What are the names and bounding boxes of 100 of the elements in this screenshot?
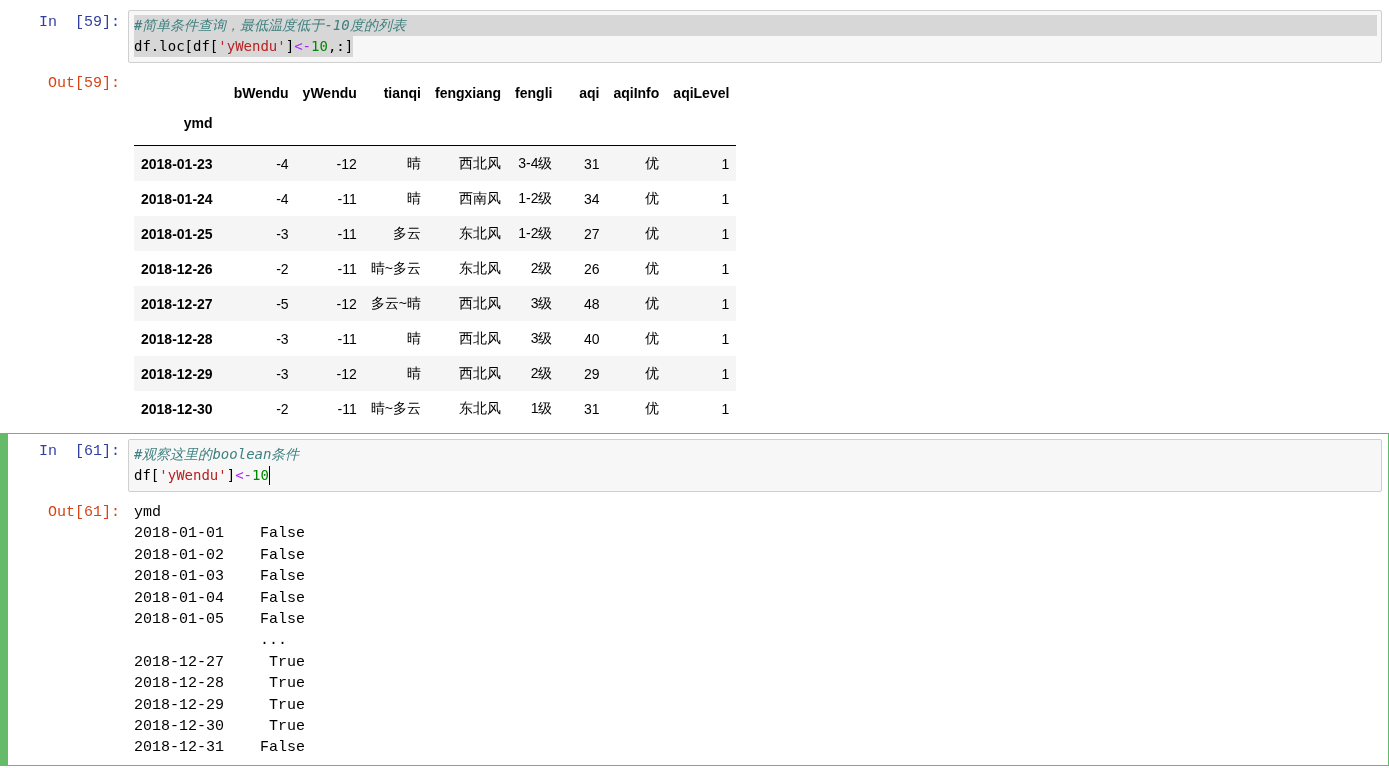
row-index: 2018-12-26 — [134, 251, 227, 286]
table-cell: -12 — [295, 286, 364, 321]
table-cell: 40 — [559, 321, 607, 356]
table-cell: 优 — [606, 286, 667, 321]
table-cell: 29 — [559, 356, 607, 391]
column-header: tianqi — [382, 85, 422, 103]
table-cell: 1 — [666, 286, 737, 321]
table-cell: 1-2级 — [508, 181, 560, 216]
table-cell: -4 — [226, 181, 296, 216]
table-cell: -11 — [295, 321, 364, 356]
table-cell: 1 — [666, 356, 737, 391]
table-cell: 2级 — [508, 251, 560, 286]
output-line: 2018-12-30 True — [134, 717, 306, 738]
output-line: 2018-12-31 False — [134, 738, 306, 759]
code-editor[interactable]: #观察这里的boolean条件 df['yWendu']<-10 — [128, 439, 1382, 492]
output-line: ... — [259, 631, 289, 652]
code-editor[interactable]: #简单条件查询，最低温度低于-10度的列表 df.loc[df['yWendu']<-10,:] — [128, 10, 1382, 63]
table-cell: 优 — [606, 391, 667, 426]
table-cell: 优 — [606, 251, 667, 286]
column-header: fengxiang — [434, 85, 503, 103]
table-cell: 晴 — [363, 181, 428, 216]
table-cell: 3级 — [508, 286, 560, 321]
output-prompt: Out[61]: — [47, 503, 121, 523]
table-cell: 优 — [606, 181, 667, 216]
code-line: #观察这里的boolean条件 — [134, 445, 300, 464]
table-cell: 1 — [666, 145, 737, 181]
column-header: aqi — [578, 85, 601, 103]
output-line: ymd — [134, 503, 162, 523]
table-cell: 31 — [559, 145, 607, 181]
output-line: 2018-01-02 False — [134, 545, 306, 566]
table-cell: 31 — [559, 391, 607, 426]
table-cell: 1 — [666, 321, 737, 356]
column-header: aqiLevel — [672, 85, 731, 103]
output-line: 2018-01-03 False — [134, 567, 306, 588]
table-cell: -11 — [295, 181, 364, 216]
code-line: df['yWendu']<-10 — [134, 465, 270, 486]
table-cell: 1 — [666, 251, 737, 286]
row-index: 2018-12-28 — [134, 321, 227, 356]
table-cell: -5 — [226, 286, 296, 321]
table-cell: 多云~晴 — [363, 286, 428, 321]
input-prompt: In [61]: — [38, 442, 121, 462]
table-cell: 1 — [666, 216, 737, 251]
row-index: 2018-12-27 — [134, 286, 227, 321]
table-cell: 西北风 — [428, 321, 509, 356]
table-cell: 晴 — [363, 145, 428, 181]
table-cell: 晴~多云 — [363, 251, 428, 286]
table-cell: 27 — [559, 216, 607, 251]
index-header: ymd — [134, 111, 227, 146]
table-cell: -11 — [295, 391, 364, 426]
row-index: 2018-01-23 — [134, 145, 227, 181]
table-cell: 优 — [606, 356, 667, 391]
table-cell: 东北风 — [428, 391, 509, 426]
output-prompt: Out[59]: — [47, 74, 121, 94]
table-cell: 晴 — [363, 356, 428, 391]
table-cell: -4 — [226, 145, 296, 181]
table-cell: 西北风 — [428, 145, 509, 181]
output-line: 2018-01-01 False — [134, 524, 306, 545]
column-header: yWendu — [301, 85, 358, 103]
table-cell: -2 — [226, 251, 296, 286]
table-cell: 西北风 — [428, 286, 509, 321]
table-cell: 2级 — [508, 356, 560, 391]
table-cell: -3 — [226, 356, 296, 391]
table-cell: 晴~多云 — [363, 391, 428, 426]
text-cursor — [268, 466, 270, 485]
table-cell: 3-4级 — [508, 145, 560, 181]
table-cell: 西北风 — [428, 356, 509, 391]
output-line: 2018-01-04 False — [134, 588, 306, 609]
table-cell: 东北风 — [428, 251, 509, 286]
output-line: 2018-12-29 True — [134, 695, 306, 716]
row-index: 2018-01-25 — [134, 216, 227, 251]
table-cell: 优 — [606, 145, 667, 181]
table-cell: -2 — [226, 391, 296, 426]
notebook-cell[interactable] — [0, 433, 1389, 766]
table-cell: 26 — [559, 251, 607, 286]
table-cell: 1级 — [508, 391, 560, 426]
table-cell: 多云 — [363, 216, 428, 251]
table-cell: 晴 — [363, 321, 428, 356]
column-header: fengli — [514, 85, 554, 103]
table-cell: 1-2级 — [508, 216, 560, 251]
table-cell: 1 — [666, 181, 737, 216]
column-header: bWendu — [232, 85, 290, 103]
table-cell: 优 — [606, 321, 667, 356]
table-cell: 3级 — [508, 321, 560, 356]
input-prompt: In [59]: — [38, 13, 121, 33]
row-index: 2018-12-30 — [134, 391, 227, 426]
table-cell: 优 — [606, 216, 667, 251]
output-line: 2018-12-27 True — [134, 652, 306, 673]
table-cell: -12 — [295, 145, 364, 181]
table-cell: -3 — [226, 321, 296, 356]
row-index: 2018-12-29 — [134, 356, 227, 391]
table-cell: -3 — [226, 216, 296, 251]
table-cell: 48 — [559, 286, 607, 321]
row-index: 2018-01-24 — [134, 181, 227, 216]
output-line: 2018-01-05 False — [134, 610, 306, 631]
table-cell: 1 — [666, 391, 737, 426]
column-header: aqiInfo — [612, 85, 661, 103]
table-cell: -11 — [295, 216, 364, 251]
table-cell: -11 — [295, 251, 364, 286]
table-cell: 东北风 — [428, 216, 509, 251]
output-line: 2018-12-28 True — [134, 674, 306, 695]
